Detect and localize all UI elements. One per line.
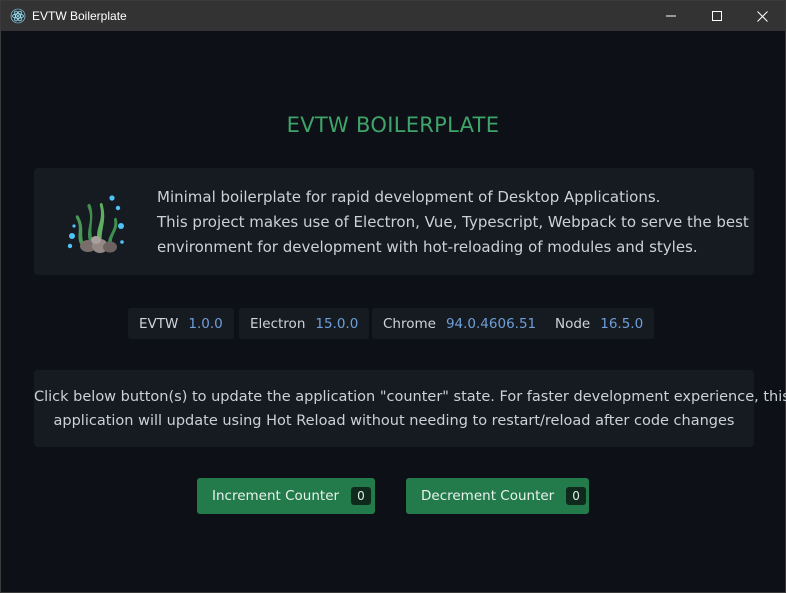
intro-line: Minimal boilerplate for rapid developmen…: [157, 188, 661, 206]
version-badge-node: Node 16.5.0: [544, 308, 655, 339]
increment-counter-button[interactable]: Increment Counter 0: [197, 478, 375, 514]
counter-info-text: Click below button(s) to update the appl…: [34, 385, 786, 433]
window-title: EVTW Boilerplate: [32, 9, 127, 23]
electron-app-icon: [10, 8, 26, 24]
counter-badge: 0: [566, 487, 586, 505]
version-value: 94.0.4606.51: [445, 315, 537, 332]
intro-description: Minimal boilerplate for rapid developmen…: [157, 185, 749, 260]
version-value: 16.5.0: [600, 315, 644, 332]
intro-line: This project makes use of Electron, Vue,…: [157, 213, 749, 231]
version-badge-evtw: EVTW 1.0.0: [128, 308, 234, 339]
page-title: EVTW BOILERPLATE: [286, 113, 500, 137]
version-value: 15.0.0: [315, 315, 359, 332]
close-icon: [756, 10, 768, 22]
minimize-button[interactable]: [648, 1, 694, 31]
version-value: 1.0.0: [188, 315, 223, 332]
version-list: EVTW 1.0.0 Electron 15.0.0 Chrome 94.0.4…: [1, 308, 785, 339]
maximize-icon: [712, 11, 722, 21]
version-name: Chrome: [383, 315, 436, 332]
counter-info-line: application will update using Hot Reload…: [53, 413, 735, 429]
version-name: Node: [555, 315, 591, 332]
version-name: Electron: [250, 315, 306, 332]
intro-line: environment for development with hot-rel…: [157, 238, 698, 256]
maximize-button[interactable]: [694, 1, 740, 31]
counter-info-card: Click below button(s) to update the appl…: [34, 370, 786, 447]
seaweed-rocks-bubbles-icon: [60, 186, 132, 258]
main-content: EVTW BOILERPLATE Minimal boilerplate for…: [1, 31, 786, 592]
increment-counter-label: Increment Counter: [212, 488, 340, 504]
counter-badge: 0: [351, 487, 371, 505]
minimize-icon: [666, 15, 676, 17]
title-bar[interactable]: EVTW Boilerplate: [1, 1, 785, 31]
decrement-counter-button[interactable]: Decrement Counter 0: [406, 478, 589, 514]
version-badge-electron: Electron 15.0.0: [239, 308, 370, 339]
app-window: EVTW Boilerplate EVTW BOILERPLATE Minima…: [0, 0, 786, 593]
decrement-counter-label: Decrement Counter: [421, 488, 555, 504]
version-badge-chrome: Chrome 94.0.4606.51: [372, 308, 548, 339]
version-name: EVTW: [139, 315, 179, 332]
counter-info-line: Click below button(s) to update the appl…: [34, 389, 786, 405]
close-button[interactable]: [739, 1, 785, 31]
intro-card: Minimal boilerplate for rapid developmen…: [34, 168, 754, 275]
